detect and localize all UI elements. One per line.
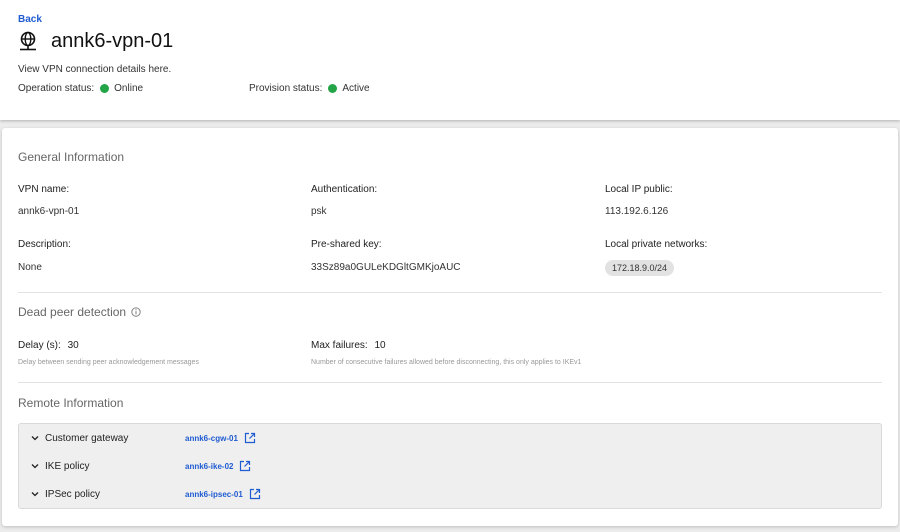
remote-item-ike-policy[interactable]: IKE policy annk6-ike-02 (31, 458, 251, 474)
provision-status-label: Provision status: (249, 83, 323, 94)
chevron-down-icon[interactable] (31, 490, 39, 498)
vpn-name-label: VPN name: (18, 184, 70, 195)
back-link[interactable]: Back (18, 14, 42, 25)
network-chip: 172.18.9.0/24 (605, 260, 675, 276)
customer-gateway-link[interactable]: annk6-cgw-01 (185, 434, 238, 443)
details-card: General Information VPN name: annk6-vpn-… (2, 128, 898, 526)
max-failures-hint: Number of consecutive failures allowed b… (311, 359, 582, 366)
local-ip-value: 113.192.6.126 (605, 206, 669, 217)
info-icon[interactable] (131, 307, 141, 317)
delay-hint: Delay between sending peer acknowledgeme… (18, 359, 199, 366)
operation-status: Operation status: Online (18, 83, 143, 94)
max-failures-field: Max failures: 10 (311, 340, 386, 351)
vpn-name-value: annk6-vpn-01 (18, 206, 80, 217)
max-failures-label: Max failures: (311, 340, 368, 351)
remote-item-ipsec-policy[interactable]: IPSec policy annk6-ipsec-01 (31, 486, 261, 502)
provision-status: Provision status: Active (249, 83, 370, 94)
authentication-value: psk (311, 206, 327, 217)
dead-peer-detection-label: Dead peer detection (18, 305, 127, 319)
dead-peer-detection-title: Dead peer detection (18, 305, 141, 319)
psk-value: 33Sz89a0GULeKDGltGMKjoAUC (311, 262, 461, 273)
title-row: annk6-vpn-01 (17, 30, 173, 53)
local-ip-label: Local IP public: (605, 184, 673, 195)
remote-item-label[interactable]: IKE policy (45, 461, 185, 472)
external-link-icon[interactable] (249, 488, 261, 500)
delay-label: Delay (s): (18, 340, 61, 351)
operation-status-label: Operation status: (18, 83, 95, 94)
chevron-down-icon[interactable] (31, 462, 39, 470)
remote-information-title: Remote Information (18, 396, 124, 410)
ike-policy-link[interactable]: annk6-ike-02 (185, 462, 233, 471)
delay-value: 30 (67, 340, 79, 351)
status-dot-icon (100, 84, 110, 93)
provision-status-value: Active (342, 83, 370, 94)
ipsec-policy-link[interactable]: annk6-ipsec-01 (185, 490, 243, 499)
remote-item-label[interactable]: Customer gateway (45, 433, 185, 444)
divider (18, 382, 882, 383)
page-title: annk6-vpn-01 (51, 30, 174, 52)
local-private-networks-label: Local private networks: (605, 239, 708, 250)
max-failures-value: 10 (374, 340, 386, 351)
psk-label: Pre-shared key: (311, 239, 382, 250)
operation-status-value: Online (114, 83, 144, 94)
globe-network-icon (17, 31, 39, 53)
delay-field: Delay (s): 30 (18, 340, 79, 351)
divider (18, 292, 882, 293)
page-header: Back annk6-vpn-01 View VPN connection de… (0, 0, 900, 120)
remote-information-list: Customer gateway annk6-cgw-01 IKE policy… (18, 423, 882, 509)
description-label: Description: (18, 239, 71, 250)
authentication-label: Authentication: (311, 184, 378, 195)
chevron-down-icon[interactable] (31, 434, 39, 442)
page-subtitle: View VPN connection details here. (18, 64, 172, 75)
general-information-title: General Information (18, 150, 125, 164)
external-link-icon[interactable] (239, 460, 251, 472)
external-link-icon[interactable] (244, 432, 256, 444)
status-dot-icon (328, 84, 338, 93)
remote-item-label[interactable]: IPSec policy (45, 489, 185, 500)
description-value: None (18, 262, 42, 273)
remote-item-customer-gateway[interactable]: Customer gateway annk6-cgw-01 (31, 430, 256, 446)
